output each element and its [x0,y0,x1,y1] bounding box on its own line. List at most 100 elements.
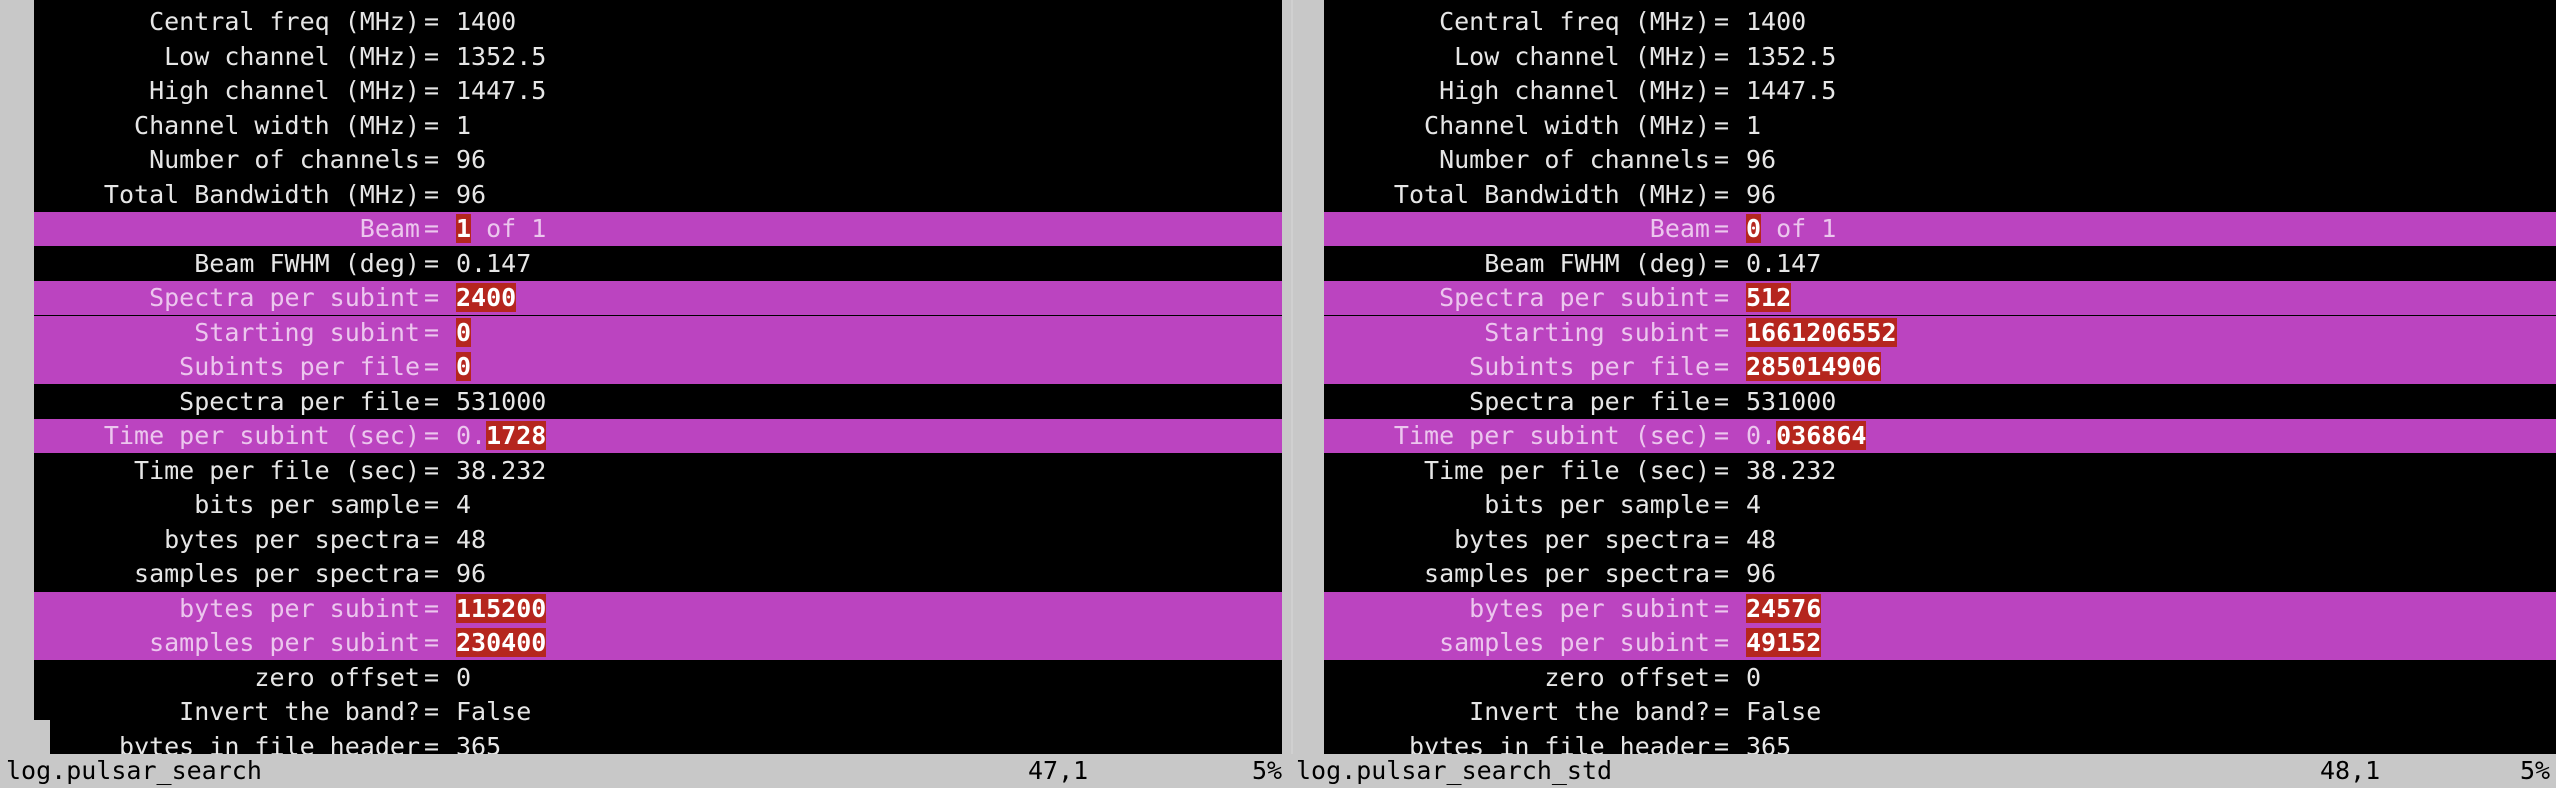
left-line[interactable]: Central freq (MHz) = 1400 [34,5,1282,39]
value-text: 365 [1746,731,1792,755]
equals-sign: = [1714,248,1730,278]
equals-sign: = [424,7,440,36]
left-line[interactable]: Time per file (sec) = 38.232 [34,454,1282,488]
right-line[interactable]: Low channel (MHz) = 1352.5 [1324,40,2556,74]
field-value: 1352.5 [456,40,546,74]
left-line[interactable]: Number of channels = 96 [34,143,1282,177]
left-line[interactable]: Low channel (MHz) = 1352.5 [34,40,1282,74]
left-line[interactable]: Channel width (MHz) = 1 [34,109,1282,143]
right-line[interactable]: Number of channels = 96 [1324,143,2556,177]
left-file-name[interactable]: log.pulsar_search [6,754,262,788]
field-value: 0 [456,350,472,384]
equals-sign: = [424,248,440,278]
equals-sign: = [424,386,440,416]
equals-sign: = [424,110,440,140]
field-value: 96 [1746,143,1776,177]
left-line-changed[interactable]: Starting subint = 0 [34,315,1282,350]
right-line[interactable]: bytes in file header = 365 [1324,730,2556,755]
equals-sign: = [424,41,440,71]
right-line-changed[interactable]: Beam = 0 of 1 [1324,212,2556,246]
field-label: High channel (MHz) [149,76,420,105]
field-label: zero offset [254,662,420,692]
left-line-changed[interactable]: Time per subint (sec) = 0.1728 [34,419,1282,453]
field-label: Central freq (MHz) [1439,7,1710,36]
field-label: Invert the band? [179,697,420,726]
right-line-changed[interactable]: bytes per subint = 24576 [1324,591,2556,626]
status-bar: log.pulsar_search 47,1 5% log.pulsar_sea… [0,754,2556,788]
left-line[interactable]: Invert the band? = False [34,695,1282,729]
left-line[interactable]: Spectra per file = 531000 [34,385,1282,419]
right-line[interactable]: High channel (MHz) = 1447.5 [1324,74,2556,108]
right-line[interactable]: bytes per spectra = 48 [1324,523,2556,557]
right-line[interactable]: Spectra per file = 531000 [1324,385,2556,419]
right-line[interactable]: samples per spectra = 96 [1324,557,2556,591]
left-line[interactable]: zero offset = 0 [34,661,1282,695]
field-value: 1 [1746,109,1761,143]
right-line-changed[interactable]: Starting subint = 1661206552 [1324,315,2556,350]
right-diff-pane[interactable]: Central freq (MHz) = 1400 Low channel (MHz)… [1288,0,2556,754]
left-line[interactable]: bits per sample = 4 [34,488,1282,522]
field-value: 1400 [456,5,516,39]
value-text: 1352.5 [456,41,547,71]
value-suffix: of 1 [1761,214,1837,243]
left-line-changed[interactable]: Spectra per subint = 2400 [34,281,1282,315]
field-label: samples per spectra [1424,559,1710,588]
field-label: zero offset [1544,662,1710,692]
equals-sign: = [1714,76,1730,105]
field-label: Low channel (MHz) [1454,41,1710,71]
right-line-changed[interactable]: Time per subint (sec) = 0.036864 [1324,419,2556,453]
equals-sign: = [1714,697,1730,726]
field-label: bytes per spectra [1454,524,1710,554]
right-line-changed[interactable]: Subints per file = 285014906 [1324,350,2556,384]
equals-sign: = [1714,386,1730,416]
left-line[interactable]: bytes in file header = 365 [34,730,1282,755]
field-value: 531000 [456,385,546,419]
right-line[interactable]: zero offset = 0 [1324,661,2556,695]
equals-sign: = [1714,731,1730,755]
left-line[interactable]: samples per spectra = 96 [34,557,1282,591]
field-value: 2400 [456,281,517,315]
field-label: bytes per subint [179,593,420,623]
equals-sign: = [424,76,440,105]
field-value: 96 [456,143,486,177]
right-line[interactable]: Beam FWHM (deg) = 0.147 [1324,247,2556,281]
left-diff-pane[interactable]: Central freq (MHz) = 1400 Low channel (MHz)… [0,0,1282,754]
left-line[interactable]: High channel (MHz) = 1447.5 [34,74,1282,108]
right-line-changed[interactable]: samples per subint = 49152 [1324,626,2556,660]
left-line[interactable]: Beam FWHM (deg) = 0.147 [34,247,1282,281]
right-line[interactable]: Total Bandwidth (MHz) = 96 [1324,178,2556,212]
right-line[interactable]: bits per sample = 4 [1324,488,2556,522]
field-value: 48 [1746,523,1776,557]
field-value: 230400 [456,626,547,660]
value-prefix: 0. [1746,421,1777,450]
right-line[interactable]: Channel width (MHz) = 1 [1324,109,2556,143]
right-file-name[interactable]: log.pulsar_search_std [1296,754,1612,788]
right-line[interactable]: Invert the band? = False [1324,695,2556,729]
left-line-changed[interactable]: Beam = 1 of 1 [34,212,1282,246]
left-line[interactable]: bytes per spectra = 48 [34,523,1282,557]
right-line[interactable]: Time per file (sec) = 38.232 [1324,454,2556,488]
field-label: Spectra per file [1469,386,1710,416]
equals-sign: = [1714,7,1730,36]
value-text: 365 [456,731,502,755]
right-line[interactable]: Central freq (MHz) = 1400 [1324,5,2556,39]
value-text: 531000 [1746,386,1837,416]
equals-sign: = [424,662,440,692]
field-label: samples per subint [149,628,420,657]
field-value: 38.232 [1746,454,1836,488]
field-label: Time per subint (sec) [103,421,420,450]
field-value: 38.232 [456,454,546,488]
left-line-changed[interactable]: Subints per file = 0 [34,350,1282,384]
left-line[interactable]: Total Bandwidth (MHz) = 96 [34,178,1282,212]
value-text: 48 [1746,524,1777,554]
left-line-changed[interactable]: samples per subint = 230400 [34,626,1282,660]
right-line-changed[interactable]: Spectra per subint = 512 [1324,281,2556,315]
value-text: 1 [1746,110,1762,140]
field-value: 96 [456,178,486,212]
equals-sign: = [424,524,440,554]
value-text: 96 [456,559,487,588]
field-value: 115200 [456,592,547,626]
equals-sign: = [424,490,440,519]
field-value: 0.147 [456,247,531,281]
left-line-changed[interactable]: bytes per subint = 115200 [34,591,1282,626]
